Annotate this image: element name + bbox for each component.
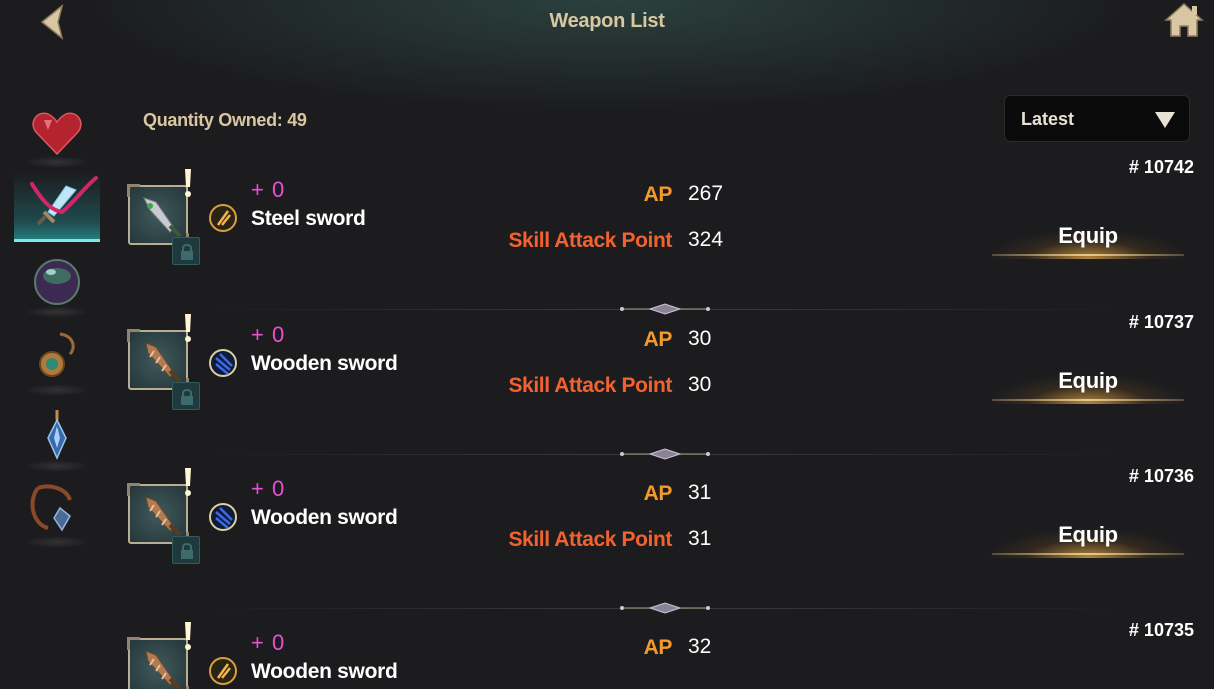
quantity-label: Quantity Owned: xyxy=(143,110,283,130)
weapon-row[interactable]: + 0 Wooden sword AP 32 # 10735 xyxy=(120,616,1214,689)
ap-label: AP xyxy=(643,183,673,206)
skill-attack-value: 30 xyxy=(688,373,712,396)
lock-toggle[interactable] xyxy=(172,237,200,265)
weapon-id: # 10735 xyxy=(1128,620,1194,640)
skill-attack-value: 324 xyxy=(688,228,724,251)
category-necklace[interactable] xyxy=(14,480,100,550)
exclamation-icon xyxy=(185,169,191,197)
skill-attack-label: Skill Attack Point xyxy=(508,528,672,551)
category-orb[interactable] xyxy=(14,250,100,320)
home-button[interactable] xyxy=(1162,0,1206,40)
enhance-level: + 0 xyxy=(251,322,286,347)
quantity-owned: Quantity Owned: 49 xyxy=(143,110,307,131)
category-amulet[interactable] xyxy=(14,328,100,398)
enhance-level: + 0 xyxy=(251,476,286,501)
ap-value: 31 xyxy=(688,481,712,504)
wooden-sword-icon xyxy=(145,496,182,537)
wooden-sword-icon xyxy=(145,342,182,383)
divider-ornament-icon xyxy=(620,602,710,614)
weapon-id: # 10736 xyxy=(1128,466,1194,486)
sort-selected-label: Latest xyxy=(1021,109,1075,129)
weapon-row[interactable]: + 0 Wooden sword AP 31 Skill Attack Poin… xyxy=(120,462,1214,616)
category-sidebar xyxy=(14,100,100,560)
row-divider xyxy=(120,446,1214,462)
element-gold-icon xyxy=(209,657,237,685)
skill-attack-label: Skill Attack Point xyxy=(508,229,672,252)
category-weapon[interactable] xyxy=(14,172,100,242)
steel-sword-icon xyxy=(143,197,182,238)
weapon-id: # 10737 xyxy=(1128,312,1194,332)
lock-icon xyxy=(181,244,193,260)
chevron-down-icon xyxy=(1155,112,1175,128)
sword-icon xyxy=(30,176,98,226)
element-gold-icon xyxy=(209,204,237,232)
equip-button[interactable]: Equip xyxy=(990,213,1186,259)
weapon-thumbnail[interactable] xyxy=(127,483,189,545)
exclamation-icon xyxy=(185,622,191,650)
weapon-row[interactable]: + 0 Steel sword AP 267 Skill Attack Poin… xyxy=(120,157,1214,317)
home-icon xyxy=(1164,2,1204,37)
weapon-name: Wooden sword xyxy=(251,660,398,683)
lock-toggle[interactable] xyxy=(172,536,200,564)
ap-label: AP xyxy=(643,328,673,351)
weapon-thumbnail[interactable] xyxy=(127,329,189,391)
skill-attack-value: 31 xyxy=(688,527,712,550)
equip-label: Equip xyxy=(1058,368,1118,393)
row-divider xyxy=(120,600,1214,616)
weapon-thumbnail[interactable] xyxy=(127,184,189,246)
skill-attack-label: Skill Attack Point xyxy=(508,374,672,397)
equip-label: Equip xyxy=(1058,223,1118,248)
weapon-thumbnail[interactable] xyxy=(127,637,189,689)
ap-label: AP xyxy=(643,636,673,659)
equip-button[interactable]: Equip xyxy=(990,512,1186,558)
enhance-level: + 0 xyxy=(251,630,286,655)
weapon-name: Wooden sword xyxy=(251,506,398,529)
equip-label: Equip xyxy=(1058,522,1118,547)
lock-icon xyxy=(181,389,193,405)
weapon-name: Wooden sword xyxy=(251,352,398,375)
enhance-level: + 0 xyxy=(251,177,286,202)
ap-label: AP xyxy=(643,482,673,505)
element-blue-icon xyxy=(209,503,237,531)
weapon-name: Steel sword xyxy=(251,207,366,230)
quantity-value: 49 xyxy=(287,110,307,130)
sort-dropdown[interactable]: Latest xyxy=(1004,95,1190,142)
lock-icon xyxy=(181,543,193,559)
lock-toggle[interactable] xyxy=(172,382,200,410)
ap-value: 30 xyxy=(688,327,712,350)
divider-ornament-icon xyxy=(620,448,710,460)
ap-value: 32 xyxy=(688,635,712,658)
ap-value: 267 xyxy=(688,182,724,205)
category-earring[interactable] xyxy=(14,404,100,474)
weapon-row[interactable]: + 0 Wooden sword AP 30 Skill Attack Poin… xyxy=(120,308,1214,462)
equip-button[interactable]: Equip xyxy=(990,358,1186,404)
wooden-sword-icon xyxy=(145,650,182,689)
element-blue-icon xyxy=(209,349,237,377)
exclamation-icon xyxy=(185,314,191,342)
exclamation-icon xyxy=(185,468,191,496)
weapon-id: # 10742 xyxy=(1128,157,1194,177)
page-title: Weapon List xyxy=(549,10,665,32)
category-heart-gem[interactable] xyxy=(14,100,100,170)
